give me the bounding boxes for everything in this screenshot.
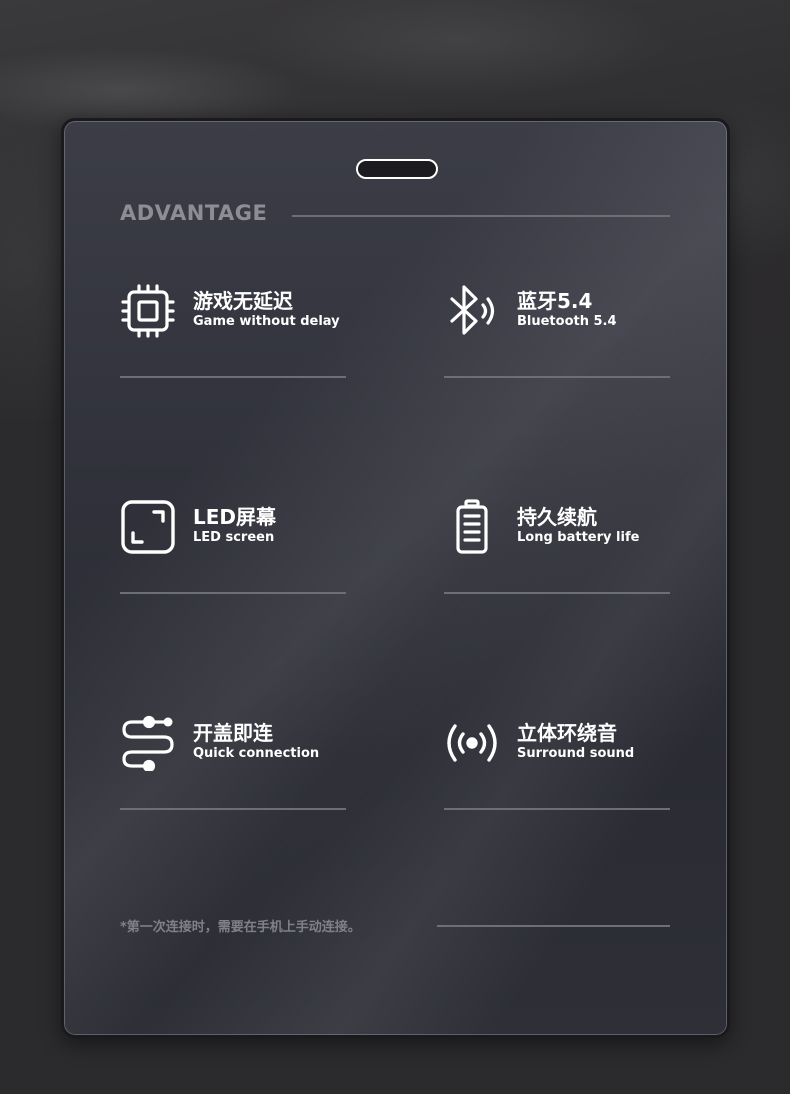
feature-subtitle: Quick connection — [193, 746, 320, 761]
feature-led-screen: LED屏幕 LED screen — [120, 499, 346, 599]
section-heading: ADVANTAGE — [120, 201, 268, 225]
advantage-card: ADVANTAGE 游戏无延迟 Game without delay 蓝牙5.4… — [61, 118, 730, 1038]
feature-title: 开盖即连 — [193, 721, 273, 745]
surround-sound-icon — [444, 715, 500, 771]
feature-title: 蓝牙5.4 — [517, 289, 593, 313]
footnote-divider — [437, 925, 670, 927]
feature-bluetooth: 蓝牙5.4 Bluetooth 5.4 — [444, 283, 670, 383]
chip-icon — [120, 283, 176, 339]
feature-divider — [444, 376, 670, 378]
feature-divider — [444, 808, 670, 810]
feature-title: 持久续航 — [517, 505, 597, 529]
screen-icon — [120, 499, 176, 555]
feature-subtitle: Long battery life — [517, 530, 640, 545]
feature-title: 游戏无延迟 — [193, 289, 293, 313]
feature-title: LED屏幕 — [193, 505, 277, 529]
feature-subtitle: Game without delay — [193, 314, 340, 329]
feature-subtitle: Surround sound — [517, 746, 635, 761]
feature-divider — [120, 376, 346, 378]
feature-surround-sound: 立体环绕音 Surround sound — [444, 715, 670, 815]
lanyard-slot — [356, 159, 438, 179]
feature-quick-connection: 开盖即连 Quick connection — [120, 715, 346, 815]
feature-divider — [444, 592, 670, 594]
feature-subtitle: Bluetooth 5.4 — [517, 314, 617, 329]
feature-divider — [120, 592, 346, 594]
heading-divider — [292, 215, 670, 217]
feature-long-battery-life: 持久续航 Long battery life — [444, 499, 670, 599]
connection-icon — [120, 715, 176, 771]
feature-title: 立体环绕音 — [517, 721, 617, 745]
feature-subtitle: LED screen — [193, 530, 275, 545]
footnote: *第一次连接时，需要在手机上手动连接。 — [120, 920, 361, 935]
feature-divider — [120, 808, 346, 810]
battery-icon — [444, 499, 500, 555]
feature-game-without-delay: 游戏无延迟 Game without delay — [120, 283, 346, 383]
bluetooth-icon — [444, 283, 500, 339]
